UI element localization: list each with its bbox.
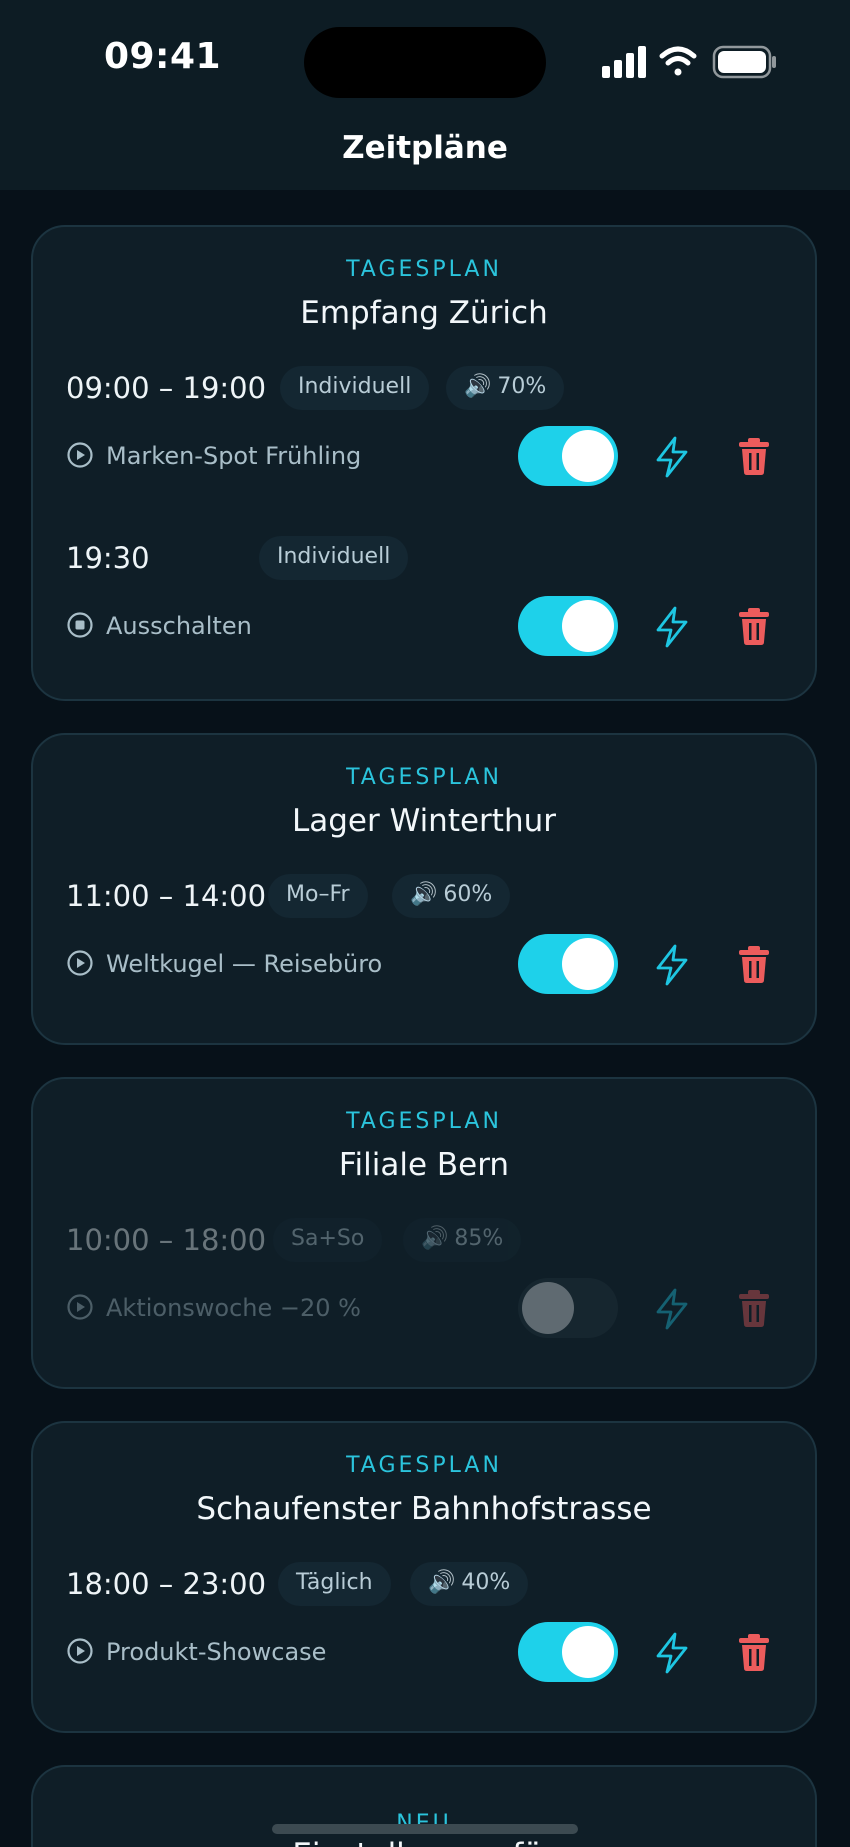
bolt-icon[interactable] [652, 1632, 692, 1674]
volume-value: 85% [454, 1226, 504, 1251]
playlist-action: Weltkugel — Reisebüro [66, 944, 382, 984]
schedule-entry: 18:00 – 23:00 Täglich 🔊 40% Produkt-Showc… [33, 1562, 815, 1692]
time-range: 18:00 – 23:00 [66, 1567, 267, 1601]
card-name: Einstellungen für [33, 1837, 815, 1847]
speaker-icon: 🔊 [428, 1570, 456, 1595]
stop-circle-icon [67, 612, 93, 638]
card-name: Lager Winterthur [291, 803, 556, 839]
trash-icon[interactable] [736, 1288, 772, 1328]
page-title: Zeitpläne [342, 130, 508, 166]
toggle-knob [562, 938, 614, 990]
toggle-knob [562, 600, 614, 652]
schedule-entry: 09:00 – 19:00 Individuell 🔊 70% Marken-Sp… [33, 366, 815, 496]
trash-icon[interactable] [736, 1632, 772, 1672]
card-kicker: TAGESPLAN [346, 1109, 502, 1134]
schedule-entry: 19:30 Individuell Ausschalten [33, 536, 815, 666]
toggle-knob [562, 430, 614, 482]
action-label: Ausschalten [106, 612, 252, 640]
bolt-icon[interactable] [652, 944, 692, 986]
home-indicator[interactable] [272, 1824, 578, 1834]
volume-chip: 🔊 70% [446, 366, 565, 410]
time-range: 19:30 [66, 541, 150, 575]
time-range: 09:00 – 19:00 [66, 371, 267, 405]
battery-icon [712, 45, 776, 79]
card-kicker: TAGESPLAN [346, 765, 502, 790]
speaker-icon: 🔊 [421, 1226, 449, 1251]
toggle-knob [522, 1282, 574, 1334]
card-kicker: TAGESPLAN [346, 1453, 502, 1478]
days-chip: Täglich [278, 1562, 391, 1606]
signal-icon [602, 46, 646, 78]
trash-icon[interactable] [736, 606, 772, 646]
enable-toggle[interactable] [518, 1622, 618, 1682]
toggle-knob [562, 1626, 614, 1678]
schedule-card[interactable]: TAGESPLAN Filiale Bern 10:00 – 18:00 Sa+… [31, 1077, 817, 1389]
bolt-icon[interactable] [652, 1288, 692, 1330]
card-name: Schaufenster Bahnhofstrasse [196, 1491, 652, 1527]
time-range: 10:00 – 18:00 [66, 1223, 267, 1257]
card-kicker: TAGESPLAN [346, 257, 502, 282]
schedule-card[interactable]: NEU Einstellungen für [31, 1765, 817, 1847]
days-chip: Individuell [280, 366, 430, 410]
playlist-action: Aktionswoche −20 % [66, 1288, 361, 1328]
volume-value: 60% [443, 882, 493, 907]
days-chip: Mo–Fr [268, 874, 368, 918]
schedule-entry: 11:00 – 14:00 Mo–Fr 🔊 60% Weltkugel — Rei… [33, 874, 815, 1004]
playlist-action: Produkt-Showcase [66, 1632, 326, 1672]
bolt-icon[interactable] [652, 436, 692, 478]
status-icons [602, 45, 776, 79]
enable-toggle[interactable] [518, 934, 618, 994]
volume-chip: 🔊 60% [392, 874, 511, 918]
enable-toggle[interactable] [518, 1278, 618, 1338]
volume-value: 40% [461, 1570, 511, 1595]
time-range: 11:00 – 14:00 [66, 879, 267, 913]
enable-toggle[interactable] [518, 426, 618, 486]
play-circle-icon [67, 1294, 93, 1320]
status-time: 09:41 [103, 36, 222, 77]
wifi-icon [659, 46, 697, 76]
dynamic-island [304, 27, 546, 98]
trash-icon[interactable] [736, 944, 772, 984]
bolt-icon[interactable] [652, 606, 692, 648]
status-bar: 09:41 Zeitpläne [0, 0, 850, 190]
action-label: Marken-Spot Frühling [106, 442, 362, 470]
card-name: Filiale Bern [338, 1147, 510, 1183]
speaker-icon: 🔊 [464, 374, 492, 399]
schedule-card[interactable]: TAGESPLAN Lager Winterthur 11:00 – 14:00… [31, 733, 817, 1045]
playlist-action: Ausschalten [66, 606, 252, 646]
enable-toggle[interactable] [518, 596, 618, 656]
trash-icon[interactable] [736, 436, 772, 476]
days-chip: Sa+So [273, 1218, 383, 1262]
play-circle-icon [67, 442, 93, 468]
play-circle-icon [67, 1638, 93, 1664]
action-label: Produkt-Showcase [106, 1638, 327, 1666]
days-chip: Individuell [259, 536, 409, 580]
playlist-action: Marken-Spot Frühling [66, 436, 361, 476]
action-label: Aktionswoche −20 % [106, 1294, 361, 1322]
card-name: Empfang Zürich [300, 295, 548, 331]
volume-chip: 🔊 40% [410, 1562, 529, 1606]
volume-value: 70% [497, 374, 547, 399]
speaker-icon: 🔊 [410, 882, 438, 907]
volume-chip: 🔊 85% [403, 1218, 522, 1262]
play-circle-icon [67, 950, 93, 976]
action-label: Weltkugel — Reisebüro [106, 950, 383, 978]
schedule-card[interactable]: TAGESPLAN Empfang Zürich 09:00 – 19:00 I… [31, 225, 817, 701]
schedule-card[interactable]: TAGESPLAN Schaufenster Bahnhofstrasse 18… [31, 1421, 817, 1733]
schedule-entry: 10:00 – 18:00 Sa+So 🔊 85% Aktionswoche −2… [33, 1218, 815, 1348]
